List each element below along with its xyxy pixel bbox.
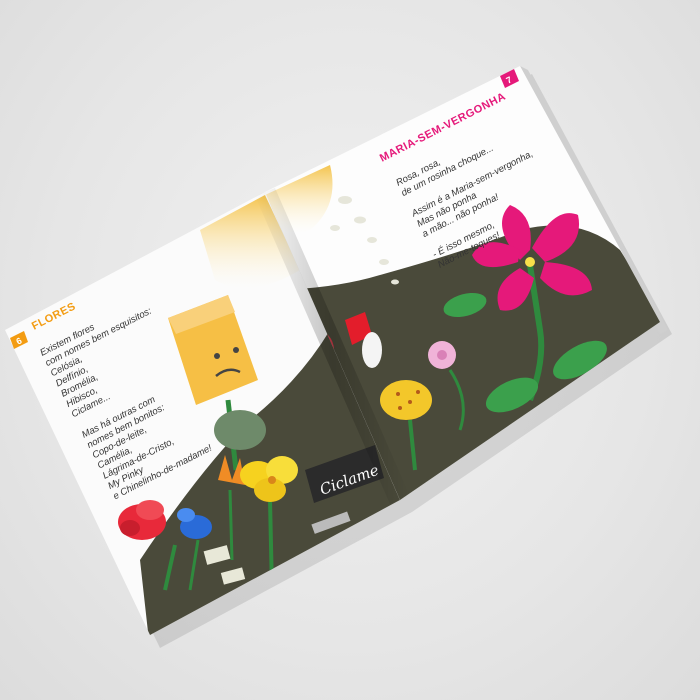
cyclamen-leaf [214, 410, 266, 450]
book-mockup-scene: Ciclame 6 FLORES Existem florescom nomes… [5, 66, 672, 648]
